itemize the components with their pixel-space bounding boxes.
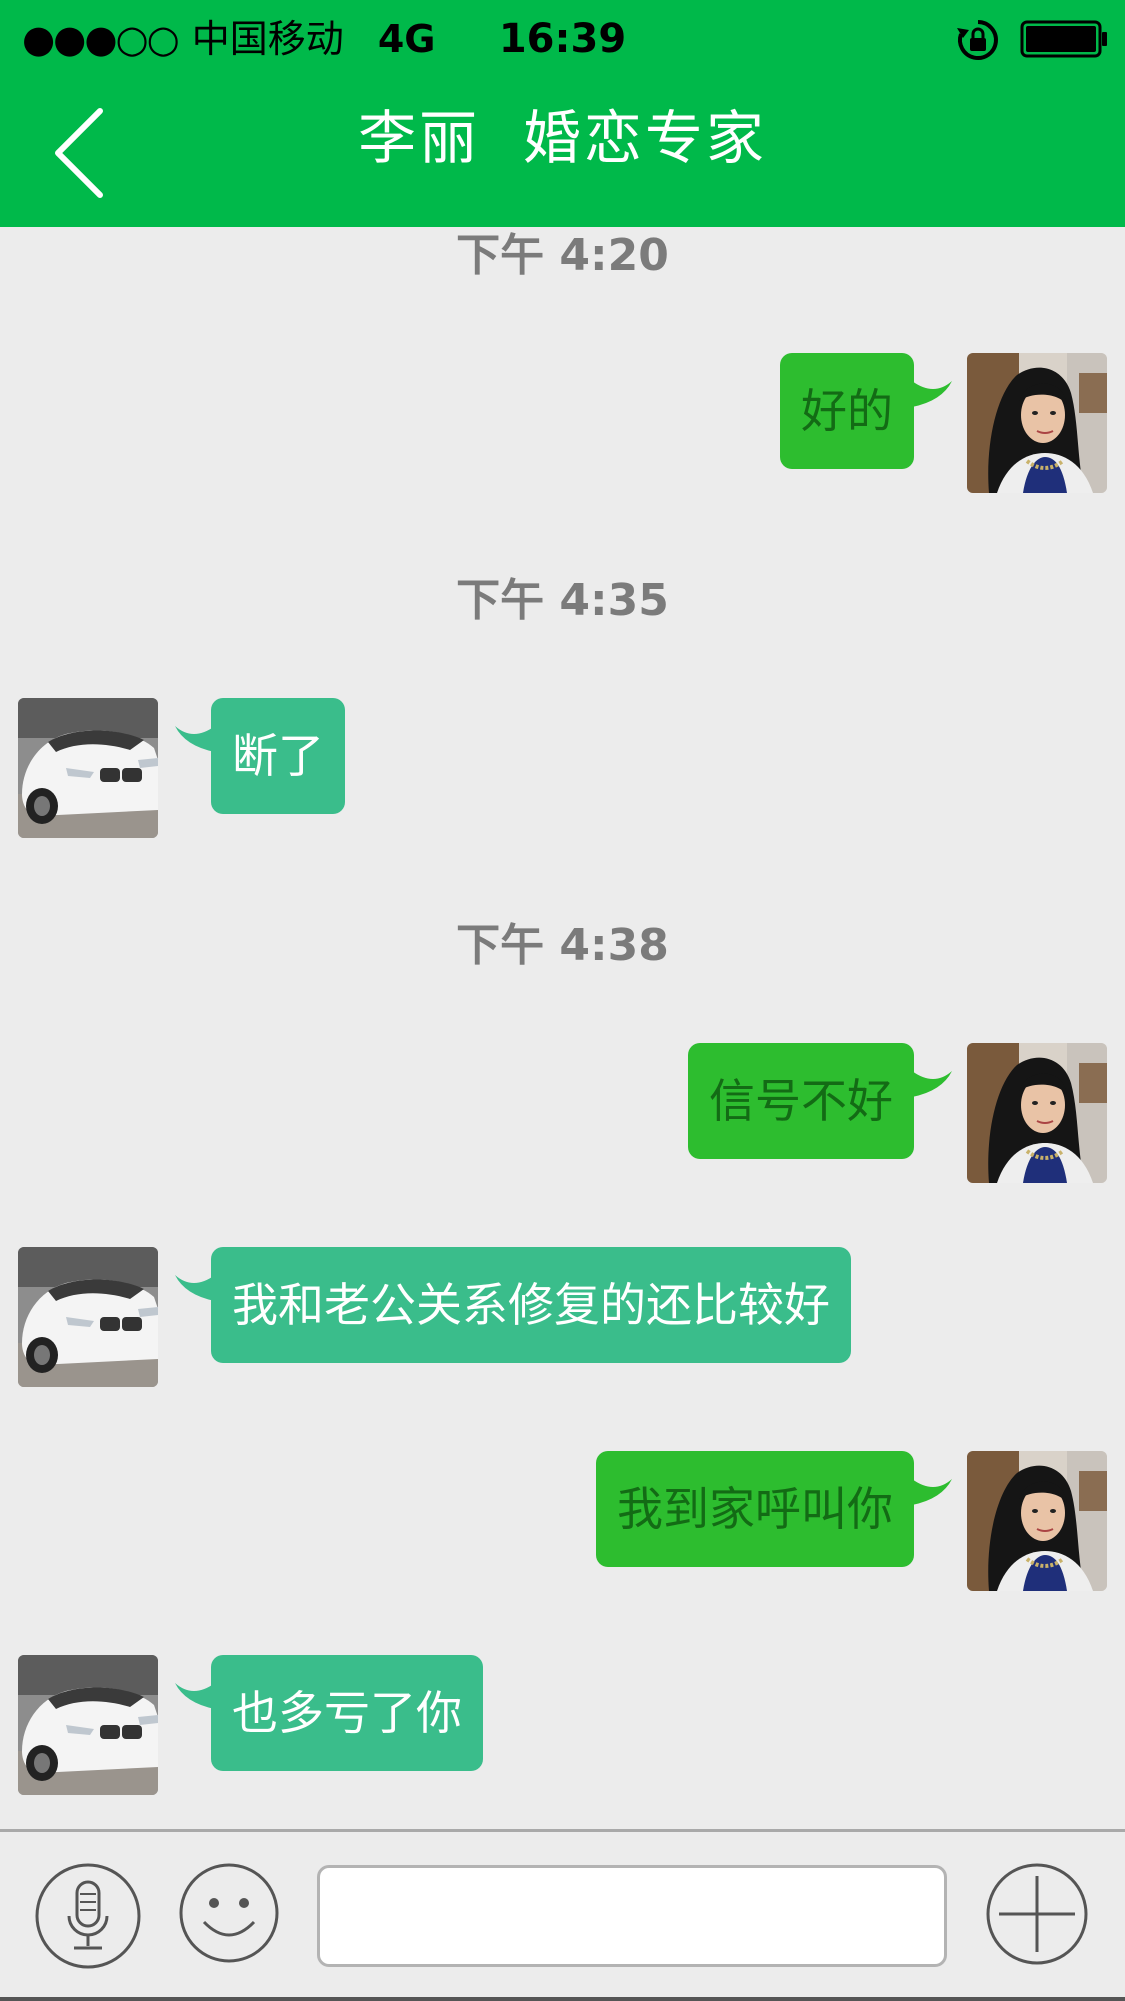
- received-message: 也多亏了你: [0, 1655, 1125, 1795]
- sent-message: 信号不好: [0, 1043, 1125, 1183]
- message-bubble[interactable]: 信号不好: [688, 1043, 914, 1159]
- sent-message: 好的: [0, 353, 1125, 493]
- plus-icon: [986, 1863, 1088, 1965]
- bubble-tail: [175, 1683, 215, 1709]
- user-avatar[interactable]: [967, 1451, 1107, 1591]
- message-bubble[interactable]: 也多亏了你: [211, 1655, 483, 1771]
- bubble-tail: [912, 1479, 952, 1505]
- received-message: 我和老公关系修复的还比较好: [0, 1247, 1125, 1387]
- bottom-divider: [0, 1997, 1125, 2001]
- sent-message: 我到家呼叫你: [0, 1451, 1125, 1591]
- bubble-tail: [912, 381, 952, 407]
- emoji-button[interactable]: [178, 1862, 280, 1964]
- message-bubble[interactable]: 好的: [780, 353, 914, 469]
- chat-title: 李丽 婚恋专家: [358, 104, 767, 172]
- battery-icon: [1020, 20, 1107, 58]
- contact-avatar[interactable]: [18, 1655, 158, 1795]
- bubble-tail: [912, 1071, 952, 1097]
- message-input[interactable]: [317, 1865, 947, 1967]
- user-avatar[interactable]: [967, 353, 1107, 493]
- rotation-lock-icon: [957, 20, 998, 60]
- message-timestamp: 下午 4:20: [456, 230, 669, 281]
- add-attachment-button[interactable]: [985, 1862, 1089, 1966]
- user-avatar[interactable]: [967, 1043, 1107, 1183]
- message-bubble[interactable]: 断了: [211, 698, 345, 814]
- nav-bar: 李丽 婚恋专家: [0, 78, 1125, 227]
- contact-avatar[interactable]: [18, 1247, 158, 1387]
- status-bar: ●●●○○ 中国移动 4G 16:39: [0, 0, 1125, 78]
- message-timestamp: 下午 4:38: [456, 920, 669, 971]
- smiley-icon: [179, 1863, 279, 1963]
- received-message: 断了: [0, 698, 1125, 838]
- message-timestamp: 下午 4:35: [456, 575, 669, 626]
- contact-avatar[interactable]: [18, 698, 158, 838]
- bubble-tail: [175, 1275, 215, 1301]
- input-bar: [0, 1829, 1125, 2001]
- microphone-icon: [67, 1880, 109, 1950]
- voice-input-button[interactable]: [34, 1862, 142, 1970]
- message-bubble[interactable]: 我和老公关系修复的还比较好: [211, 1247, 851, 1363]
- message-bubble[interactable]: 我到家呼叫你: [596, 1451, 914, 1567]
- bubble-tail: [175, 726, 215, 752]
